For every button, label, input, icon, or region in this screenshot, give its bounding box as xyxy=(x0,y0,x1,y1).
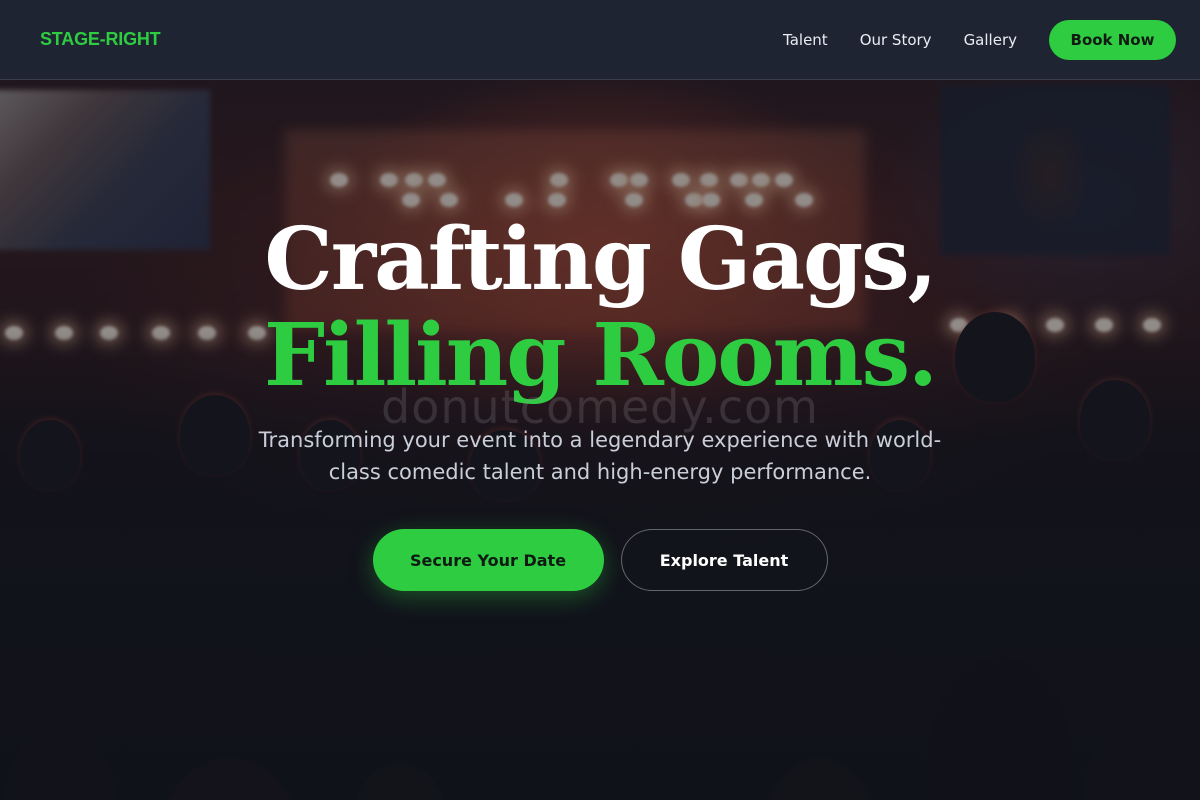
hero-subtitle: Transforming your event into a legendary… xyxy=(258,428,942,484)
explore-talent-button[interactable]: Explore Talent xyxy=(620,529,828,591)
hero-button-row: Secure Your Date Explore Talent xyxy=(0,529,1200,591)
hero-headline-line1: Crafting Gags, xyxy=(264,209,937,310)
hero-section: Crafting Gags, Filling Rooms. donutcomed… xyxy=(0,80,1200,800)
secure-your-date-button[interactable]: Secure Your Date xyxy=(372,529,604,591)
nav-link-our-story[interactable]: Our Story xyxy=(860,31,932,49)
book-now-button[interactable]: Book Now xyxy=(1049,19,1176,60)
brand-logo[interactable]: STAGE-RIGHT xyxy=(40,29,161,50)
nav-link-gallery[interactable]: Gallery xyxy=(964,31,1017,49)
top-navbar: STAGE-RIGHT Talent Our Story Gallery Boo… xyxy=(0,0,1200,80)
nav-links: Talent Our Story Gallery Book Now xyxy=(783,19,1176,60)
nav-link-talent[interactable]: Talent xyxy=(783,31,828,49)
